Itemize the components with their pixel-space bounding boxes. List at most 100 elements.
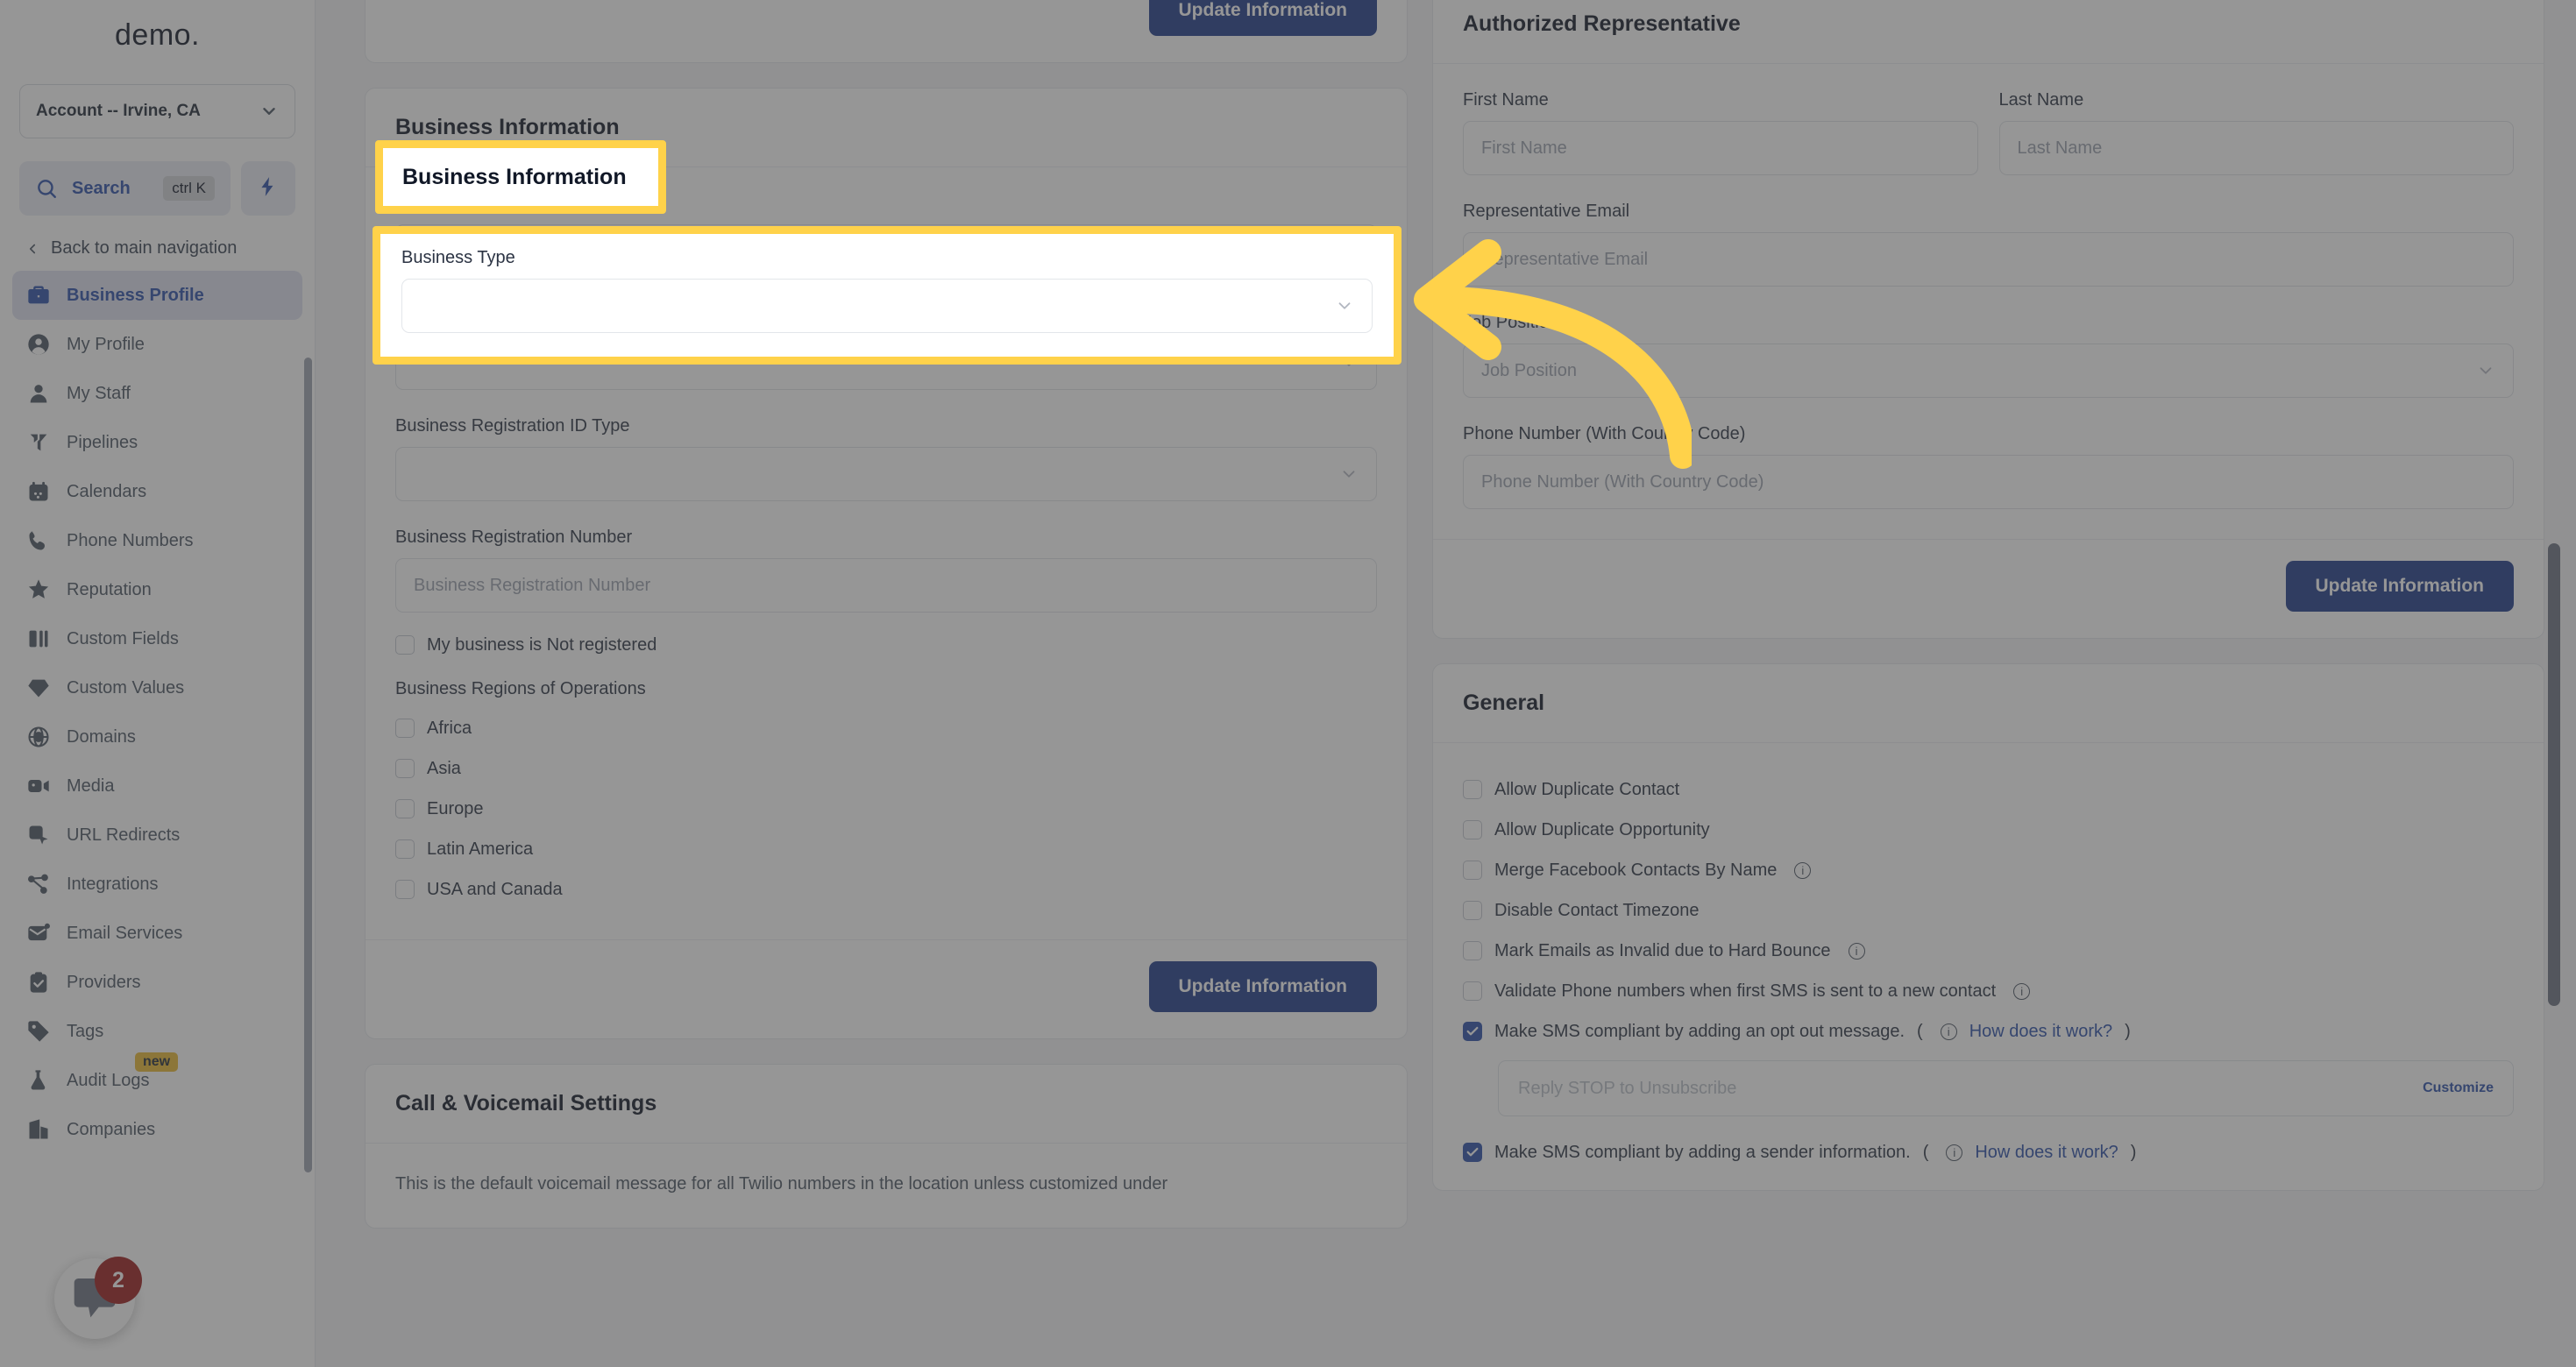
region-checkbox-row[interactable]: Latin America <box>395 829 1377 869</box>
general-option-checkbox[interactable] <box>1463 981 1482 1001</box>
opt-out-message-input[interactable]: Reply STOP to Unsubscribe Customize <box>1498 1060 2514 1116</box>
sidebar-item-providers[interactable]: Providers <box>12 958 302 1007</box>
last-name-placeholder: Last Name <box>2017 138 2103 158</box>
brand-text: demo. <box>115 18 200 52</box>
sidebar-item-url-redirects[interactable]: URL Redirects <box>12 811 302 860</box>
general-option-checkbox[interactable] <box>1463 861 1482 880</box>
call-voicemail-description: This is the default voicemail message fo… <box>395 1174 1168 1193</box>
sidebar-item-my-staff[interactable]: My Staff <box>12 369 302 418</box>
call-voicemail-card: Call & Voicemail Settings This is the de… <box>365 1064 1408 1229</box>
opt-out-help-link[interactable]: How does it work? <box>1969 1022 2112 1042</box>
sidebar-item-custom-fields[interactable]: Custom Fields <box>12 614 302 663</box>
sidebar-item-reputation[interactable]: Reputation <box>12 565 302 614</box>
highlight-business-type-select[interactable] <box>401 279 1373 333</box>
general-option-checkbox[interactable] <box>1463 901 1482 920</box>
sidebar-scrollbar[interactable] <box>304 358 312 1172</box>
general-option-row[interactable]: Allow Duplicate Opportunity <box>1463 810 2514 850</box>
last-name-label: Last Name <box>1998 90 2084 110</box>
general-option-row[interactable]: Disable Contact Timezone <box>1463 890 2514 931</box>
general-title: General <box>1463 691 1545 715</box>
business-registration-id-type-label: Business Registration ID Type <box>395 416 630 436</box>
sender-info-checkbox-row[interactable]: Make SMS compliant by adding a sender in… <box>1463 1132 2514 1172</box>
region-label: Latin America <box>427 839 534 859</box>
sidebar-item-integrations[interactable]: Integrations <box>12 860 302 909</box>
opt-out-checkbox[interactable] <box>1463 1022 1482 1041</box>
general-option-row[interactable]: Merge Facebook Contacts By Name i <box>1463 850 2514 890</box>
general-option-label: Allow Duplicate Opportunity <box>1494 819 1710 839</box>
update-information-button-business[interactable]: Update Information <box>1148 961 1377 1012</box>
sidebar-item-audit-logs[interactable]: Audit Logs new <box>12 1052 302 1105</box>
sidebar-item-tags[interactable]: Tags <box>12 1007 302 1056</box>
sidebar-item-label: URL Redirects <box>67 825 181 845</box>
sender-info-help-link[interactable]: How does it work? <box>1975 1143 2118 1163</box>
not-registered-checkbox-row[interactable]: My business is Not registered <box>395 625 1377 665</box>
general-option-row[interactable]: Allow Duplicate Contact <box>1463 769 2514 810</box>
gem-icon <box>26 676 51 700</box>
business-registration-id-type-field: Business Registration ID Type <box>395 416 1377 501</box>
not-registered-checkbox[interactable] <box>395 635 415 655</box>
opt-out-checkbox-row[interactable]: Make SMS compliant by adding an opt out … <box>1463 1011 2514 1052</box>
sidebar-item-label: Providers <box>67 972 141 992</box>
sidebar-item-business-profile[interactable]: Business Profile <box>12 271 302 320</box>
sidebar-item-my-profile[interactable]: My Profile <box>12 320 302 369</box>
info-icon[interactable]: i <box>1794 861 1812 879</box>
first-name-input[interactable]: First Name <box>1463 121 1978 175</box>
general-option-checkbox[interactable] <box>1463 780 1482 799</box>
info-icon[interactable]: i <box>1940 1023 1957 1040</box>
search-icon <box>35 177 58 200</box>
info-icon[interactable]: i <box>1946 1144 1963 1161</box>
region-checkbox-row[interactable]: USA and Canada <box>395 869 1377 910</box>
region-checkbox[interactable] <box>395 799 415 818</box>
sidebar-item-media[interactable]: Media <box>12 761 302 811</box>
region-checkbox-row[interactable]: Asia <box>395 748 1377 789</box>
region-checkbox-row[interactable]: Africa <box>395 708 1377 748</box>
update-information-button-representative[interactable]: Update Information <box>2285 561 2514 612</box>
flask-icon <box>26 1068 51 1093</box>
region-checkbox[interactable] <box>395 719 415 738</box>
account-selector[interactable]: Account -- Irvine, CA <box>19 84 295 138</box>
quick-action-button[interactable] <box>241 161 295 216</box>
region-checkbox[interactable] <box>395 759 415 778</box>
sidebar-item-phone-numbers[interactable]: Phone Numbers <box>12 516 302 565</box>
update-information-button-top[interactable]: Update Information <box>1148 0 1377 36</box>
business-registration-number-label: Business Registration Number <box>395 528 633 547</box>
region-label: USA and Canada <box>427 879 563 899</box>
sidebar-item-label: Custom Values <box>67 677 185 698</box>
back-to-main-navigation[interactable]: Back to main navigation <box>19 235 295 262</box>
sidebar-item-label: Pipelines <box>67 432 138 452</box>
business-information-footer: Update Information <box>365 939 1407 1038</box>
share-nodes-icon <box>26 872 51 896</box>
page-scrollbar[interactable] <box>2548 543 2560 1006</box>
sidebar-item-label: Email Services <box>67 923 183 943</box>
search-input[interactable]: Search ctrl K <box>19 161 231 216</box>
info-icon[interactable]: i <box>1848 942 1865 960</box>
sidebar-item-pipelines[interactable]: Pipelines <box>12 418 302 467</box>
chat-launcher-button[interactable]: 2 <box>54 1257 142 1339</box>
business-registration-id-type-select[interactable] <box>395 447 1377 501</box>
last-name-input[interactable]: Last Name <box>1998 121 2514 175</box>
info-icon[interactable]: i <box>2013 982 2031 1000</box>
general-option-checkbox[interactable] <box>1463 941 1482 960</box>
sidebar-item-label: Business Profile <box>67 285 204 305</box>
sidebar-item-custom-values[interactable]: Custom Values <box>12 663 302 712</box>
globe-icon <box>26 725 51 749</box>
sender-info-label: Make SMS compliant by adding a sender in… <box>1494 1142 1911 1162</box>
customize-link[interactable]: Customize <box>2423 1080 2494 1096</box>
business-regions-list: Africa Asia Europe Latin America USA and Can… <box>395 708 1377 910</box>
sidebar-item-calendars[interactable]: Calendars <box>12 467 302 516</box>
brand-logo: demo. <box>0 0 315 70</box>
sidebar-item-email-services[interactable]: Email Services <box>12 909 302 958</box>
user-circle-icon <box>26 332 51 357</box>
region-checkbox-row[interactable]: Europe <box>395 789 1377 829</box>
business-registration-number-input[interactable]: Business Registration Number <box>395 558 1377 613</box>
region-checkbox[interactable] <box>395 880 415 899</box>
general-option-row[interactable]: Validate Phone numbers when first SMS is… <box>1463 971 2514 1011</box>
top-card-footer: Update Information <box>365 0 1407 62</box>
general-option-row[interactable]: Mark Emails as Invalid due to Hard Bounc… <box>1463 931 2514 971</box>
tag-icon <box>26 1019 51 1044</box>
sidebar-item-domains[interactable]: Domains <box>12 712 302 761</box>
sidebar-item-companies[interactable]: Companies <box>12 1105 302 1154</box>
region-checkbox[interactable] <box>395 839 415 859</box>
sender-info-checkbox[interactable] <box>1463 1143 1482 1162</box>
general-option-checkbox[interactable] <box>1463 820 1482 839</box>
